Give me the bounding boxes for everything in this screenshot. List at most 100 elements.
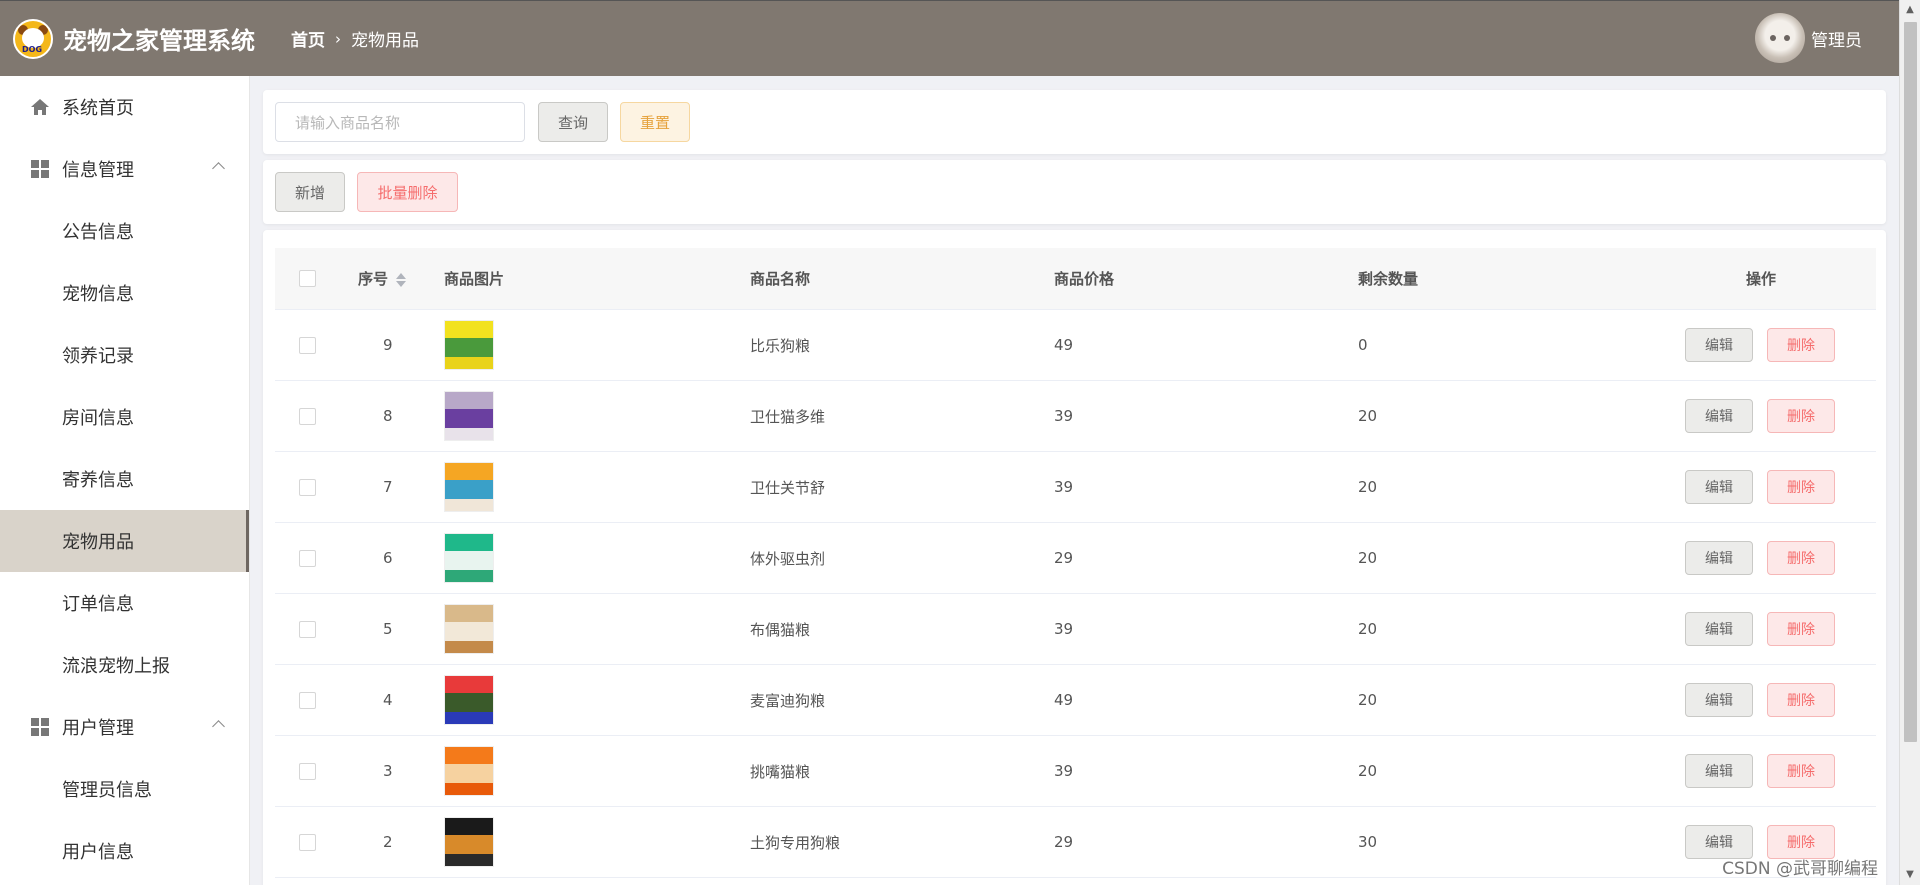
table-body: 9 比乐狗粮 49 0 编辑 删除 8 卫仕猫多维 39 20 编辑 删除 7 卫仕关节舒 39 20 编辑 删除… <box>275 310 1876 878</box>
cell-id: 5 <box>383 620 393 638</box>
table-row: 8 卫仕猫多维 39 20 编辑 删除 <box>275 381 1876 452</box>
search-input[interactable]: 请输入商品名称 <box>275 102 525 142</box>
delete-button[interactable]: 删除 <box>1767 541 1835 575</box>
row-checkbox[interactable] <box>299 691 316 709</box>
cell-id: 2 <box>383 833 393 851</box>
menu-group-info[interactable]: 信息管理 <box>0 138 249 200</box>
cell-price: 39 <box>1054 762 1074 780</box>
sidebar-item-5[interactable]: 房间信息 <box>0 386 249 448</box>
product-image[interactable] <box>444 675 494 725</box>
sidebar-item-label: 领养记录 <box>62 346 134 367</box>
product-image[interactable] <box>444 817 494 867</box>
sidebar-item-label: 公告信息 <box>62 222 134 243</box>
sidebar-item-12[interactable]: 用户信息 <box>0 820 249 882</box>
table-row: 6 体外驱虫剂 29 20 编辑 删除 <box>275 523 1876 594</box>
delete-button[interactable]: 删除 <box>1767 399 1835 433</box>
product-image[interactable] <box>444 604 494 654</box>
edit-button[interactable]: 编辑 <box>1685 328 1753 362</box>
reset-button[interactable]: 重置 <box>620 102 690 142</box>
sidebar-item-home[interactable]: 系统首页 <box>0 76 249 138</box>
product-image[interactable] <box>444 462 494 512</box>
main-content: 请输入商品名称 查询 重置 新增 批量删除 序号 商品图片 商品名称 商品价格 … <box>250 76 1899 885</box>
cell-price: 49 <box>1054 336 1074 354</box>
home-icon <box>30 97 50 117</box>
edit-button[interactable]: 编辑 <box>1685 541 1753 575</box>
sidebar-item-label: 用户管理 <box>62 718 134 739</box>
edit-button[interactable]: 编辑 <box>1685 754 1753 788</box>
chevron-up-icon[interactable] <box>212 720 225 733</box>
cell-id: 3 <box>383 762 393 780</box>
scroll-up-icon[interactable]: ▲ <box>1904 4 1916 16</box>
cell-price: 39 <box>1054 478 1074 496</box>
row-checkbox[interactable] <box>299 620 316 638</box>
delete-button[interactable]: 删除 <box>1767 683 1835 717</box>
sidebar-item-label: 流浪宠物上报 <box>62 656 170 677</box>
sidebar-item-label: 宠物信息 <box>62 284 134 305</box>
sidebar-item-label: 用户信息 <box>62 842 134 863</box>
scroll-thumb[interactable] <box>1904 22 1917 742</box>
breadcrumb-current: 宠物用品 <box>351 31 419 51</box>
row-checkbox[interactable] <box>299 549 316 567</box>
query-button[interactable]: 查询 <box>538 102 608 142</box>
edit-button[interactable]: 编辑 <box>1685 470 1753 504</box>
sidebar-item-3[interactable]: 宠物信息 <box>0 262 249 324</box>
action-card: 新增 批量删除 <box>263 160 1886 224</box>
sort-icon[interactable] <box>396 272 407 287</box>
sidebar-item-6[interactable]: 寄养信息 <box>0 448 249 510</box>
avatar[interactable] <box>1755 13 1805 63</box>
cell-price: 29 <box>1054 833 1074 851</box>
sidebar-item-label: 订单信息 <box>62 594 134 615</box>
delete-button[interactable]: 删除 <box>1767 470 1835 504</box>
row-checkbox[interactable] <box>299 407 316 425</box>
breadcrumb-home[interactable]: 首页 <box>291 26 325 51</box>
user-menu[interactable]: 管理员 <box>1755 13 1862 63</box>
cell-price: 29 <box>1054 549 1074 567</box>
chevron-up-icon[interactable] <box>212 162 225 175</box>
edit-button[interactable]: 编辑 <box>1685 612 1753 646</box>
add-button[interactable]: 新增 <box>275 172 345 212</box>
column-header-image: 商品图片 <box>444 270 505 288</box>
row-checkbox[interactable] <box>299 478 316 496</box>
cell-stock: 30 <box>1358 833 1378 851</box>
cell-price: 49 <box>1054 691 1074 709</box>
breadcrumb-separator-icon: › <box>335 29 341 48</box>
product-image[interactable] <box>444 746 494 796</box>
delete-button[interactable]: 删除 <box>1767 328 1835 362</box>
sidebar-item-label: 信息管理 <box>62 160 134 181</box>
sidebar-item-11[interactable]: 管理员信息 <box>0 758 249 820</box>
column-header-id[interactable]: 序号 <box>358 268 407 289</box>
delete-button[interactable]: 删除 <box>1767 612 1835 646</box>
cell-price: 39 <box>1054 407 1074 425</box>
sidebar-item-8[interactable]: 订单信息 <box>0 572 249 634</box>
sidebar-item-2[interactable]: 公告信息 <box>0 200 249 262</box>
sidebar-item-label: 系统首页 <box>62 98 134 119</box>
product-image[interactable] <box>444 391 494 441</box>
cell-stock: 20 <box>1358 407 1378 425</box>
admin-name[interactable]: 管理员 <box>1811 26 1862 51</box>
sidebar-item-9[interactable]: 流浪宠物上报 <box>0 634 249 696</box>
edit-button[interactable]: 编辑 <box>1685 683 1753 717</box>
menu-group-user[interactable]: 用户管理 <box>0 696 249 758</box>
batch-delete-button[interactable]: 批量删除 <box>357 172 458 212</box>
product-image[interactable] <box>444 320 494 370</box>
select-all-checkbox[interactable] <box>299 270 316 287</box>
cell-name: 挑嘴猫粮 <box>750 762 811 781</box>
grid-icon <box>30 159 50 179</box>
cell-id: 8 <box>383 407 393 425</box>
cell-stock: 20 <box>1358 620 1378 638</box>
row-checkbox[interactable] <box>299 833 316 851</box>
column-header-name: 商品名称 <box>750 270 811 288</box>
edit-button[interactable]: 编辑 <box>1685 399 1753 433</box>
page-scrollbar[interactable]: ▲ ▼ <box>1899 0 1920 885</box>
cell-stock: 20 <box>1358 549 1378 567</box>
sidebar-item-7[interactable]: 宠物用品 <box>0 510 249 572</box>
app-title: 宠物之家管理系统 <box>63 27 255 55</box>
row-checkbox[interactable] <box>299 336 316 354</box>
table-row: 2 土狗专用狗粮 29 30 编辑 删除 <box>275 807 1876 878</box>
product-image[interactable] <box>444 533 494 583</box>
delete-button[interactable]: 删除 <box>1767 754 1835 788</box>
sidebar-item-4[interactable]: 领养记录 <box>0 324 249 386</box>
row-checkbox[interactable] <box>299 762 316 780</box>
scroll-down-icon[interactable]: ▼ <box>1904 869 1916 881</box>
cell-name: 比乐狗粮 <box>750 336 811 355</box>
